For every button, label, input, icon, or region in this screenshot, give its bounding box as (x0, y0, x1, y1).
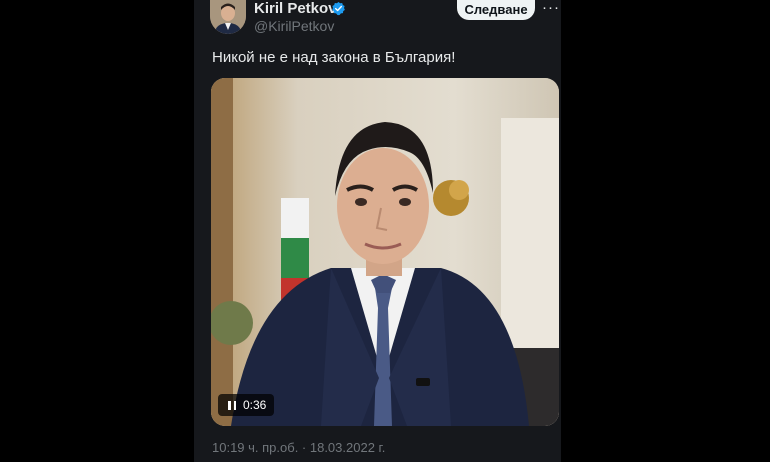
more-options-icon[interactable]: ··· (540, 0, 562, 18)
video-elapsed-time: 0:36 (243, 398, 267, 412)
video-player[interactable] (211, 78, 559, 426)
tweet-text: Никой не е над закона в България! (212, 49, 456, 66)
follow-button[interactable]: Следване (457, 0, 535, 20)
pause-icon[interactable] (228, 401, 236, 410)
verified-badge-icon (332, 1, 345, 16)
author-name[interactable]: Kiril Petkov (254, 0, 337, 18)
author-handle[interactable]: @KirilPetkov (254, 17, 334, 35)
video-frame (211, 78, 559, 426)
video-time-indicator[interactable]: 0:36 (218, 394, 274, 416)
tweet-timestamp[interactable]: 10:19 ч. пр.об. · 18.03.2022 г. (212, 440, 385, 456)
